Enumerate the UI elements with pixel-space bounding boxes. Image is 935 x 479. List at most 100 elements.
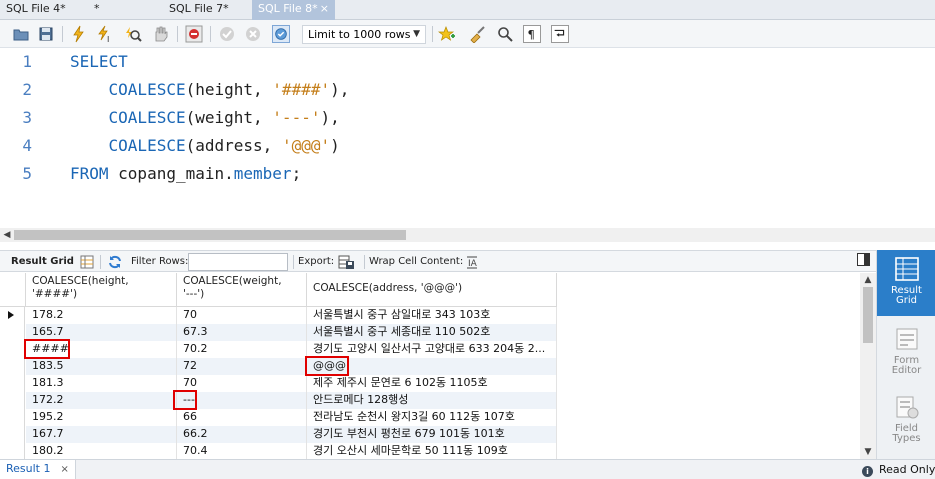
result-tab[interactable]: Result 1 × [0, 460, 76, 479]
toggle-side-panel-icon[interactable] [857, 253, 870, 266]
table-cell[interactable]: 제주 제주시 문연로 6 102동 1105호 [307, 375, 557, 392]
wrap-lines-icon[interactable] [551, 25, 569, 43]
table-cell[interactable]: 183.5 [26, 358, 177, 375]
rollback-x-icon[interactable] [244, 25, 262, 43]
row-gutter[interactable] [0, 426, 25, 443]
sql-string: '####' [272, 80, 331, 99]
export-icon[interactable] [338, 254, 354, 270]
table-cell[interactable]: 66 [177, 409, 307, 426]
table-cell[interactable]: 178.2 [26, 307, 177, 324]
sql-table-name: member [233, 164, 292, 183]
wrap-cell-icon[interactable]: IA [464, 254, 480, 270]
tab-sql-file-4[interactable]: SQL File 4* * [0, 0, 100, 20]
table-cell[interactable]: 180.2 [26, 443, 177, 459]
sql-argument: weight, [195, 108, 273, 127]
table-cell[interactable]: 경기 오산시 세마문학로 50 111동 109호 [307, 443, 557, 459]
execute-statement-icon[interactable]: I [96, 25, 114, 43]
row-gutter[interactable] [0, 307, 25, 324]
table-cell[interactable]: 70.4 [177, 443, 307, 459]
workbench-window: SQL File 4* * SQL File 7* SQL File 8* × … [0, 0, 935, 479]
row-gutter[interactable] [0, 341, 25, 358]
table-cell[interactable]: 167.7 [26, 426, 177, 443]
open-file-icon[interactable] [12, 25, 30, 43]
code-line-5: FROM copang_main.member; [70, 164, 301, 183]
close-icon[interactable]: × [320, 0, 329, 18]
form-editor-button[interactable]: Form Editor [877, 320, 935, 386]
table-row[interactable]: 165.7 67.3 서울특별시 중구 세종대로 110 502호 [0, 324, 557, 341]
editor-toolbar: I Limit to 1000 rows ▼ ¶ [0, 20, 935, 48]
result-grid-button[interactable]: Result Grid [877, 250, 935, 316]
toolbar-separator [293, 255, 294, 269]
explain-magnifier-icon[interactable] [124, 25, 142, 43]
paren: ), [330, 80, 350, 99]
stop-hand-icon[interactable] [151, 25, 169, 43]
limit-rows-select[interactable]: Limit to 1000 rows ▼ [302, 25, 426, 44]
line-number: 4 [22, 136, 32, 155]
tab-sql-file-7[interactable]: SQL File 7* [163, 0, 253, 20]
limit-rows-value: Limit to 1000 rows [308, 28, 411, 41]
grid-layout-icon[interactable] [79, 254, 95, 270]
table-cell[interactable]: 70 [177, 307, 307, 324]
chevron-down-icon: ▼ [413, 29, 420, 39]
table-cell[interactable]: 70.2 [177, 341, 307, 358]
scrollbar-thumb[interactable] [14, 230, 406, 240]
scroll-down-icon[interactable]: ▼ [860, 445, 876, 459]
row-gutter[interactable] [0, 443, 25, 459]
invisible-chars-pilcrow-icon[interactable]: ¶ [523, 25, 541, 43]
scroll-left-icon[interactable]: ◀ [0, 228, 14, 242]
table-row[interactable]: 167.7 66.2 경기도 부천시 평천로 679 101동 101호 [0, 426, 557, 443]
form-editor-button-label: Form Editor [891, 355, 922, 376]
table-row[interactable]: 172.2 --- 안드로메다 128행성 [0, 392, 557, 409]
column-header-weight[interactable]: COALESCE(weight, '---') [177, 273, 307, 307]
toolbar-separator [210, 26, 211, 42]
refresh-icon[interactable] [107, 254, 123, 270]
field-types-button-label: Field Types [892, 423, 921, 444]
beautify-broom-icon[interactable] [468, 25, 486, 43]
table-row[interactable]: 180.2 70.4 경기 오산시 세마문학로 50 111동 109호 [0, 443, 557, 459]
row-gutter[interactable] [0, 324, 25, 341]
field-types-button[interactable]: Field Types [877, 388, 935, 454]
add-snippet-star-icon[interactable] [438, 25, 456, 43]
row-gutter[interactable] [0, 409, 25, 426]
commit-check-icon[interactable] [218, 25, 236, 43]
row-gutter[interactable] [0, 375, 25, 392]
tab-sql-file-8[interactable]: SQL File 8* × [252, 0, 335, 20]
column-header-address[interactable]: COALESCE(address, '@@@') [307, 273, 557, 307]
save-icon[interactable] [37, 25, 55, 43]
table-cell[interactable]: 경기도 부천시 평천로 679 101동 101호 [307, 426, 557, 443]
table-row[interactable]: 178.2 70 서울특별시 중구 삼일대로 343 103호 [0, 307, 557, 324]
find-magnifier-icon[interactable] [496, 25, 514, 43]
toolbar-separator [177, 26, 178, 42]
table-cell[interactable]: 전라남도 순천시 왕지3길 60 112동 107호 [307, 409, 557, 426]
close-icon[interactable]: × [60, 464, 68, 475]
table-cell[interactable]: 66.2 [177, 426, 307, 443]
table-row[interactable]: #### 70.2 경기도 고양시 일산서구 고양대로 633 204동 2... [0, 341, 557, 358]
table-cell[interactable]: 서울특별시 중구 삼일대로 343 103호 [307, 307, 557, 324]
table-cell[interactable]: 195.2 [26, 409, 177, 426]
table-cell[interactable]: 181.3 [26, 375, 177, 392]
editor-horizontal-scrollbar[interactable]: ◀ [0, 228, 935, 242]
column-header-height[interactable]: COALESCE(height, '####') [26, 273, 177, 307]
svg-text:I: I [107, 35, 109, 43]
table-cell[interactable]: 72 [177, 358, 307, 375]
sql-identifier: copang_main. [108, 164, 234, 183]
table-cell[interactable]: 안드로메다 128행성 [307, 392, 557, 409]
execute-lightning-icon[interactable] [70, 25, 88, 43]
table-row[interactable]: 181.3 70 제주 제주시 문연로 6 102동 1105호 [0, 375, 557, 392]
table-cell[interactable]: 서울특별시 중구 세종대로 110 502호 [307, 324, 557, 341]
table-row[interactable]: 183.5 72 @@@ [0, 358, 557, 375]
stop-on-error-icon[interactable] [185, 25, 203, 43]
filter-rows-input[interactable] [188, 253, 288, 271]
row-gutter[interactable] [0, 392, 25, 409]
grid-icon [894, 257, 919, 281]
grid-vertical-scrollbar[interactable]: ▲ ▼ [860, 273, 876, 459]
table-cell[interactable]: 172.2 [26, 392, 177, 409]
autocommit-toggle-icon[interactable] [272, 25, 290, 43]
sql-editor[interactable]: 1 2 3 4 5 SELECT COALESCE(height, '####'… [0, 48, 935, 228]
table-cell[interactable]: 67.3 [177, 324, 307, 341]
row-gutter[interactable] [0, 358, 25, 375]
scrollbar-thumb[interactable] [863, 287, 873, 343]
result-grid-label[interactable]: Result Grid [11, 251, 74, 273]
scroll-up-icon[interactable]: ▲ [860, 273, 876, 287]
table-row[interactable]: 195.2 66 전라남도 순천시 왕지3길 60 112동 107호 [0, 409, 557, 426]
